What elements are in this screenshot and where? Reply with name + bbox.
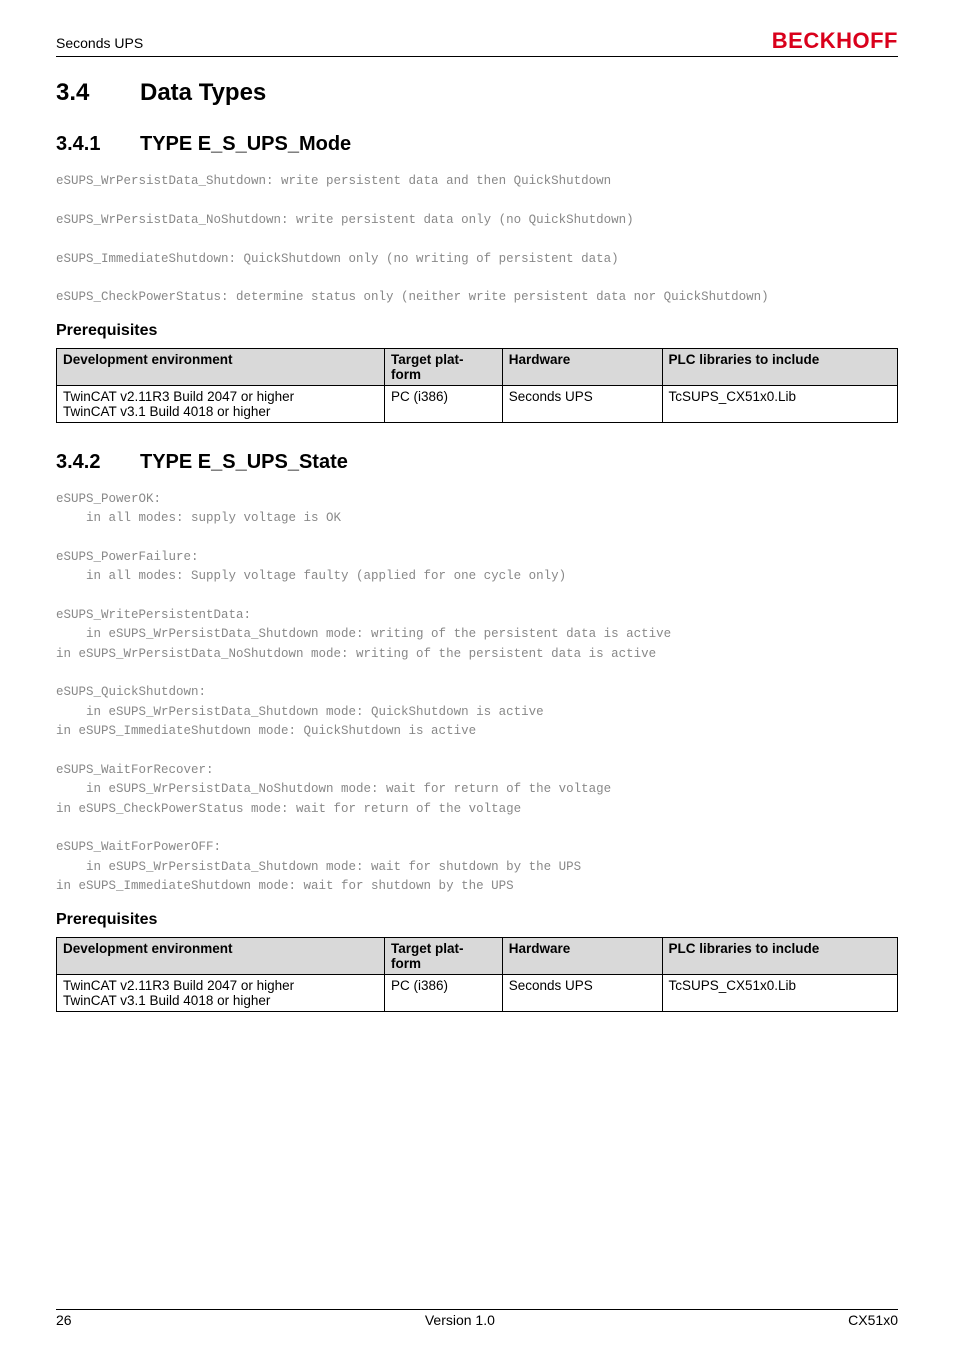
section-heading: 3.4Data Types xyxy=(56,79,898,107)
td-plc: TcSUPS_CX51x0.Lib xyxy=(662,385,898,422)
table-row: TwinCAT v2.11R3 Build 2047 or higher Twi… xyxy=(57,385,898,422)
subsection-number: 3.4.2 xyxy=(56,451,140,474)
th-target: Target plat- form xyxy=(384,937,502,974)
table-header-row: Development environment Target plat- for… xyxy=(57,937,898,974)
page-header: Seconds UPS BECKHOFF xyxy=(56,28,898,57)
section-number: 3.4 xyxy=(56,79,140,107)
prerequisites-table-mode: Development environment Target plat- for… xyxy=(56,348,898,423)
prerequisites-heading: Prerequisites xyxy=(56,322,898,340)
td-target: PC (i386) xyxy=(384,385,502,422)
brand-logo: BECKHOFF xyxy=(772,28,898,54)
td-dev-env: TwinCAT v2.11R3 Build 2047 or higher Twi… xyxy=(57,385,385,422)
table-row: TwinCAT v2.11R3 Build 2047 or higher Twi… xyxy=(57,974,898,1011)
subsection-title: TYPE E_S_UPS_Mode xyxy=(140,133,351,155)
page-footer: 26 Version 1.0 CX51x0 xyxy=(56,1309,898,1328)
header-left: Seconds UPS xyxy=(56,35,143,51)
th-dev-env: Development environment xyxy=(57,348,385,385)
prerequisites-table-state: Development environment Target plat- for… xyxy=(56,937,898,1012)
th-plc: PLC libraries to include xyxy=(662,348,898,385)
td-plc: TcSUPS_CX51x0.Lib xyxy=(662,974,898,1011)
th-dev-env: Development environment xyxy=(57,937,385,974)
td-target: PC (i386) xyxy=(384,974,502,1011)
section-title: Data Types xyxy=(140,79,266,106)
th-plc: PLC libraries to include xyxy=(662,937,898,974)
th-target: Target plat- form xyxy=(384,348,502,385)
subsection-heading-mode: 3.4.1TYPE E_S_UPS_Mode xyxy=(56,133,898,156)
table-header-row: Development environment Target plat- for… xyxy=(57,348,898,385)
subsection-number: 3.4.1 xyxy=(56,133,140,156)
footer-model: CX51x0 xyxy=(848,1312,898,1328)
code-block-mode: eSUPS_WrPersistData_Shutdown: write pers… xyxy=(56,172,898,308)
td-hardware: Seconds UPS xyxy=(502,974,662,1011)
footer-version: Version 1.0 xyxy=(425,1312,495,1328)
th-hardware: Hardware xyxy=(502,937,662,974)
subsection-title: TYPE E_S_UPS_State xyxy=(140,451,348,473)
footer-page-number: 26 xyxy=(56,1312,72,1328)
td-dev-env: TwinCAT v2.11R3 Build 2047 or higher Twi… xyxy=(57,974,385,1011)
prerequisites-heading: Prerequisites xyxy=(56,911,898,929)
code-block-state: eSUPS_PowerOK: in all modes: supply volt… xyxy=(56,490,898,897)
th-hardware: Hardware xyxy=(502,348,662,385)
subsection-heading-state: 3.4.2TYPE E_S_UPS_State xyxy=(56,451,898,474)
td-hardware: Seconds UPS xyxy=(502,385,662,422)
